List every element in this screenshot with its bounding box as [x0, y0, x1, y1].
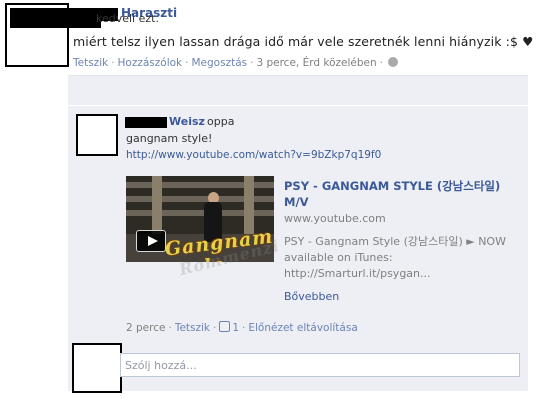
- separator-dot: ·: [168, 322, 172, 334]
- comment-text: gangnam style!: [126, 132, 213, 145]
- post-text: miért telsz ilyen lassan drága idő már v…: [73, 34, 534, 49]
- post-actions: Tetszik · Hozzászólok · Megosztás · 3 perce, É…: [73, 57, 398, 69]
- share-link[interactable]: Megosztás: [191, 57, 247, 69]
- separator-dot: ·: [213, 322, 217, 334]
- description-line: available on iTunes:: [284, 251, 393, 264]
- like-sentence-bar: [68, 84, 528, 106]
- description-line: PSY - Gangnam Style (강남스타일) ► NOW: [284, 235, 506, 248]
- play-button-icon[interactable]: [136, 230, 166, 252]
- separator-dot: ·: [242, 322, 246, 334]
- shared-video-description: PSY - Gangnam Style (강남스타일) ► NOW availa…: [284, 234, 524, 282]
- separator-dot: ·: [185, 57, 189, 69]
- separator-dot: ·: [111, 57, 115, 69]
- description-url: http://Smarturl.it/psygan...: [284, 267, 431, 280]
- shared-video-title[interactable]: PSY - GANGNAM STYLE (강남스타일) M/V: [284, 178, 524, 210]
- like-link[interactable]: Tetszik: [73, 57, 108, 69]
- comment-actions: 2 perce · Tetszik · 1 · Előnézet eltávolítása: [126, 321, 358, 334]
- comment-author-avatar[interactable]: [76, 114, 118, 156]
- comment-timestamp[interactable]: 2 perce: [126, 322, 165, 334]
- comment-like-count[interactable]: 1: [232, 322, 239, 334]
- thumbs-up-icon[interactable]: [219, 321, 231, 332]
- comment-link[interactable]: Hozzászólok: [118, 57, 183, 69]
- comment-like-link[interactable]: Tetszik: [175, 322, 210, 334]
- comment-url-link[interactable]: http://www.youtube.com/watch?v=9bZkp7q19…: [126, 149, 381, 161]
- comment-input[interactable]: [120, 353, 520, 377]
- redacted-liker-name: [10, 8, 101, 28]
- comment-inline-text: oppa: [207, 115, 235, 128]
- redacted-comment-author-first-name: [125, 117, 167, 128]
- comment-author-name[interactable]: Weisz: [169, 115, 205, 128]
- separator-dot: ·: [250, 57, 254, 69]
- see-more-link[interactable]: Bővebben: [284, 290, 339, 303]
- shared-video-domain: www.youtube.com: [284, 212, 386, 225]
- viewer-avatar: [72, 343, 122, 393]
- like-sentence-text: kedveli ezt.: [96, 12, 159, 25]
- post-timestamp[interactable]: 3 perce, Érd közelében: [256, 57, 376, 69]
- globe-icon[interactable]: [387, 57, 398, 67]
- remove-preview-link[interactable]: Előnézet eltávolítása: [248, 322, 357, 334]
- separator-dot: ·: [379, 57, 383, 69]
